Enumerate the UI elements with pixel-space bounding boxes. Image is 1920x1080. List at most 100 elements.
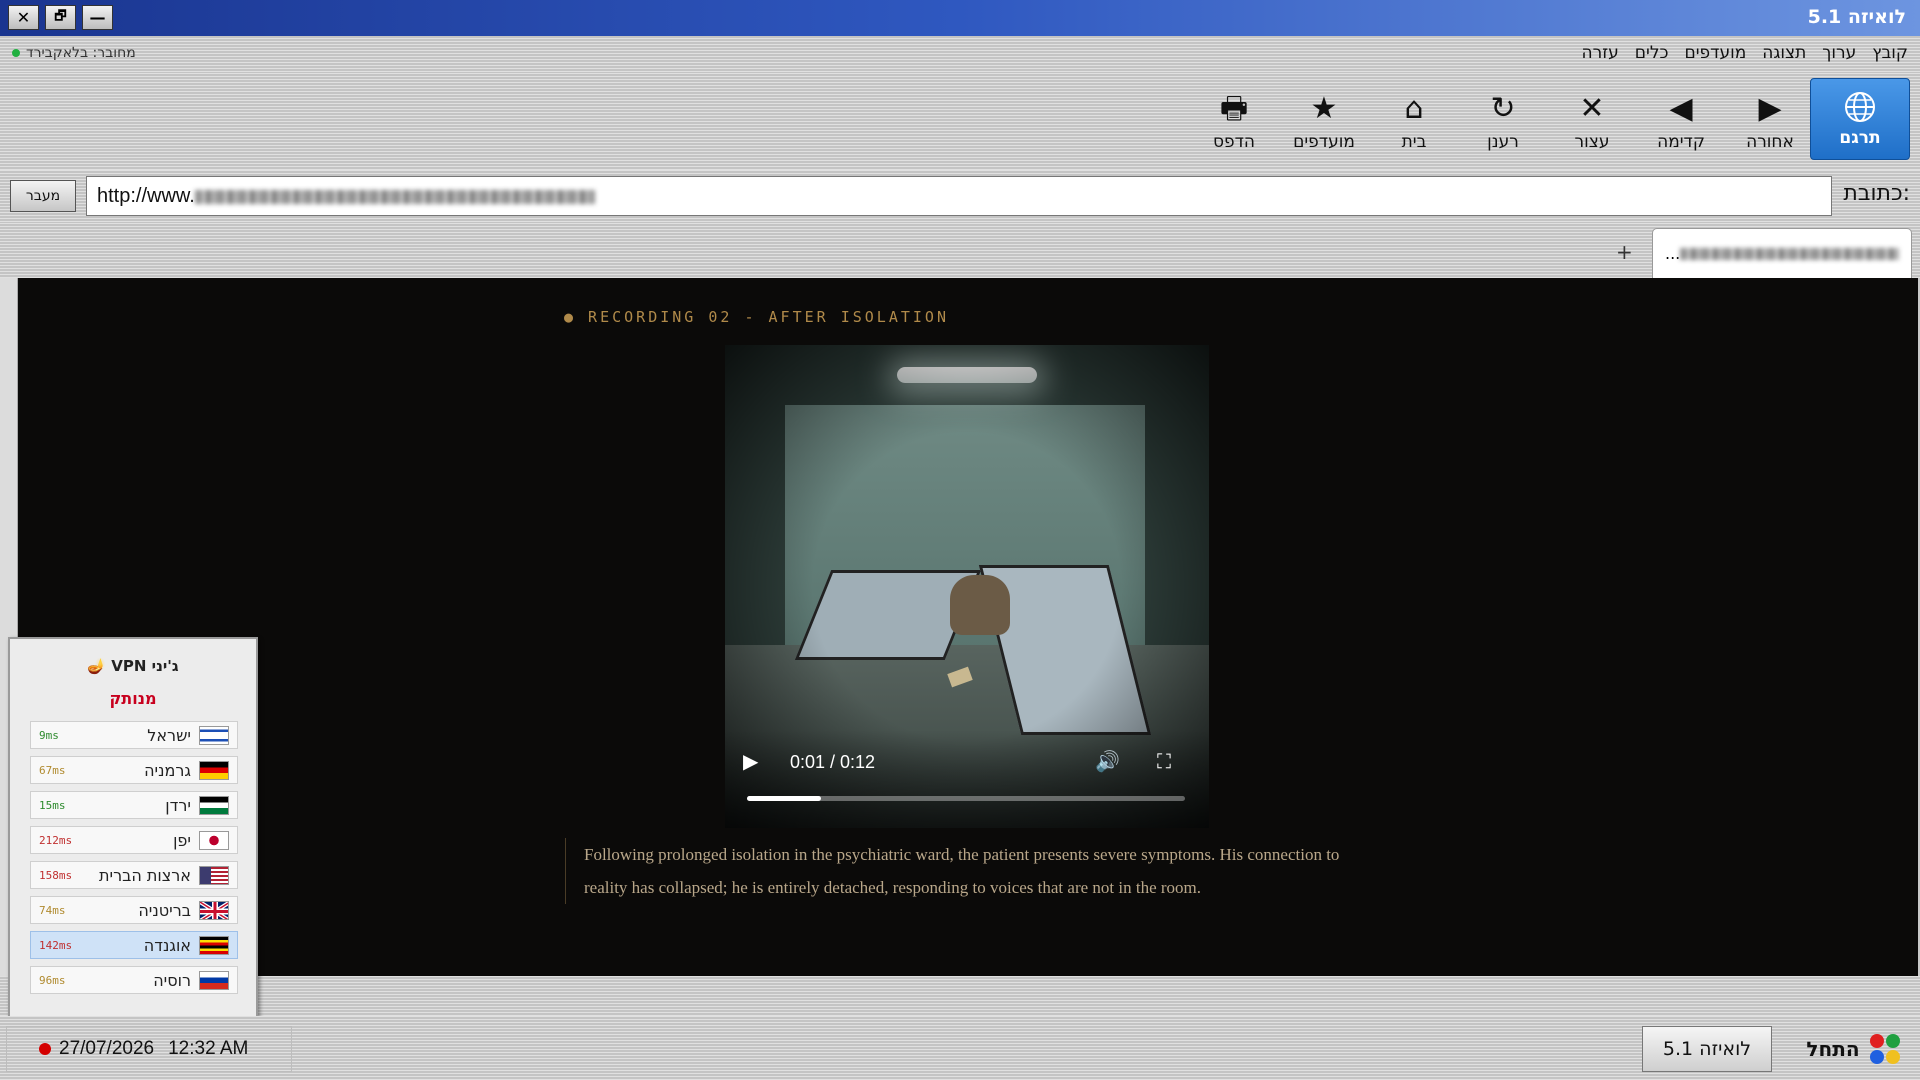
server-latency: 142ms: [39, 938, 73, 952]
toolbar: תרגם ▶ אחורה ◀ קדימה ✕ עצור ↻ רענן ⌂ בית ★ מוע…: [0, 72, 1920, 170]
server-name: בריטניה: [138, 900, 191, 920]
vpn-server-item[interactable]: 67ms גרמניה: [30, 756, 238, 784]
refresh-icon: ↻: [1490, 91, 1516, 126]
fullscreen-icon: ⛶: [1157, 749, 1171, 773]
flag-us-icon: [199, 865, 229, 885]
home-label: בית: [1401, 132, 1427, 152]
server-label: ישראל: [147, 725, 229, 745]
server-name: גרמניה: [144, 760, 191, 780]
new-tab-button[interactable]: +: [1616, 240, 1633, 264]
stop-icon: ✕: [1579, 91, 1605, 126]
stop-label: עצור: [1574, 132, 1610, 152]
maximize-button[interactable]: 🗗: [45, 5, 76, 30]
home-button[interactable]: ⌂ בית: [1369, 82, 1459, 162]
vpn-server-item[interactable]: 74ms בריטניה: [30, 896, 238, 924]
taskbar-date: 27/07/2026: [59, 1038, 155, 1059]
status-dot-icon: [12, 49, 20, 57]
forward-button[interactable]: ◀ קדימה: [1636, 82, 1726, 162]
server-latency: 74ms: [39, 903, 66, 917]
tab-bar: ... +: [0, 222, 1920, 278]
video-controls: [725, 730, 1209, 828]
tab-title: ...: [1665, 244, 1681, 263]
address-label: כתובת:: [1843, 181, 1910, 206]
window-title: לואיזה 5.1: [1807, 6, 1906, 28]
connection-status: מחובר: בלאקבירד: [12, 45, 136, 61]
server-name: אוגנדה: [143, 935, 191, 955]
menu-edit[interactable]: ערוך: [1822, 43, 1856, 63]
minimize-button[interactable]: —: [82, 5, 113, 30]
back-label: אחורה: [1746, 132, 1794, 152]
favorites-label: מועדפים: [1293, 132, 1355, 152]
server-label: ירדן: [165, 795, 229, 815]
print-label: הדפס: [1212, 132, 1256, 152]
go-button[interactable]: מעבר: [10, 180, 76, 212]
flag-ru-icon: [199, 970, 229, 990]
translate-label: תרגם: [1839, 128, 1881, 148]
vpn-server-item[interactable]: 15ms ירדן: [30, 791, 238, 819]
server-name: ארצות הברית: [98, 865, 191, 885]
close-button[interactable]: ✕: [8, 5, 39, 30]
vpn-status: מנותק: [109, 689, 157, 708]
connection-label: מחובר: בלאקבירד: [26, 45, 136, 61]
vpn-server-item[interactable]: 142ms אוגנדה: [30, 931, 238, 959]
tab-active[interactable]: ...: [1652, 228, 1912, 278]
menu-help[interactable]: עזרה: [1582, 43, 1619, 63]
taskbar-clock: 27/07/2026 12:32 AM: [6, 1026, 292, 1072]
translate-button[interactable]: תרגם: [1810, 78, 1910, 160]
flag-jp-icon: [199, 830, 229, 850]
start-label: התחל: [1806, 1037, 1860, 1061]
menu-file[interactable]: קובץ: [1872, 43, 1908, 63]
server-label: בריטניה: [138, 900, 229, 920]
menu-favorites[interactable]: מועדפים: [1684, 43, 1746, 63]
vpn-server-item[interactable]: 9ms ישראל: [30, 721, 238, 749]
video-player[interactable]: ▶ 0:01 / 0:12 🔊 ⛶: [725, 345, 1209, 828]
back-button[interactable]: ▶ אחורה: [1725, 82, 1815, 162]
favorites-button[interactable]: ★ מועדפים: [1278, 82, 1370, 162]
vpn-server-item[interactable]: 96ms רוסיה: [30, 966, 238, 994]
server-latency: 158ms: [39, 868, 73, 882]
maximize-icon: 🗗: [54, 8, 67, 24]
video-progress-fill: [747, 796, 822, 801]
volume-button[interactable]: 🔊: [1095, 749, 1120, 773]
tab-title-redacted: [1680, 247, 1899, 260]
start-button[interactable]: התחל: [1792, 1024, 1914, 1074]
menu-tools[interactable]: כלים: [1635, 43, 1669, 63]
flag-ug-icon: [199, 935, 229, 955]
print-button[interactable]: 🖶 הדפס: [1189, 82, 1279, 162]
refresh-button[interactable]: ↻ רענן: [1458, 82, 1548, 162]
printer-icon: 🖶: [1219, 91, 1249, 126]
stop-button[interactable]: ✕ עצור: [1547, 82, 1637, 162]
vpn-server-item[interactable]: 212ms יפן: [30, 826, 238, 854]
fullscreen-button[interactable]: ⛶: [1157, 749, 1171, 773]
menu-view[interactable]: תצוגה: [1762, 43, 1806, 63]
url-input[interactable]: http://www.: [86, 176, 1832, 216]
video-progress-bar[interactable]: [747, 796, 1185, 801]
server-label: גרמניה: [144, 760, 229, 780]
genie-lamp-icon: 🪔: [87, 657, 107, 675]
home-icon: ⌂: [1404, 91, 1424, 126]
vpn-header: ג'יני VPN 🪔: [10, 657, 256, 675]
play-icon: ▶: [743, 749, 759, 773]
server-name: יפן: [173, 830, 191, 850]
back-arrow-icon: ▶: [1758, 91, 1782, 126]
forward-label: קדימה: [1657, 132, 1705, 152]
vpn-server-list: 9ms ישראל 67ms גרמניה 15ms ירדן 212ms יפן 158ms א…: [30, 721, 238, 1001]
vpn-server-item[interactable]: 158ms ארצות הברית: [30, 861, 238, 889]
refresh-label: רענן: [1487, 132, 1519, 152]
title-bar: ✕ 🗗 — לואיזה 5.1: [0, 0, 1920, 36]
recording-title: ● RECORDING 02 - AFTER ISOLATION: [564, 308, 949, 326]
address-bar: כתובת: http://www. מעבר: [0, 170, 1920, 222]
menu-list: קובץ ערוך תצוגה מועדפים כלים עזרה: [1582, 43, 1909, 63]
server-name: רוסיה: [153, 970, 191, 990]
play-button[interactable]: ▶: [743, 749, 758, 773]
vpn-panel: ג'יני VPN 🪔 מנותק 9ms ישראל 67ms גרמניה 15ms…: [8, 637, 258, 1022]
taskbar-time: 12:32 AM: [168, 1038, 249, 1059]
uk-cross-icon: [200, 901, 228, 919]
globe-icon: [1845, 92, 1875, 122]
flag-de-icon: [199, 760, 229, 780]
taskbar-app-button[interactable]: לואיזה 5.1: [1642, 1026, 1772, 1072]
horizontal-scrollbar[interactable]: [0, 976, 1920, 1016]
server-label: רוסיה: [153, 970, 229, 990]
taskbar: התחל לואיזה 5.1 27/07/2026 12:32 AM: [0, 1016, 1920, 1080]
server-latency: 96ms: [39, 973, 66, 987]
